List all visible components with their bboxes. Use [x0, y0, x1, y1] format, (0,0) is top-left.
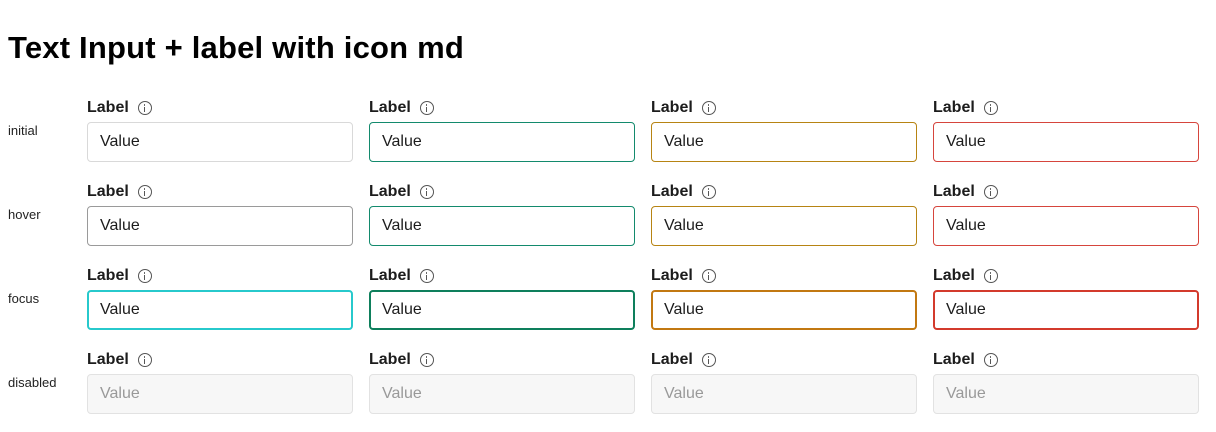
- field-label: Label: [369, 351, 411, 368]
- state-label-initial: initial: [8, 123, 38, 138]
- field-label-row: Label: [87, 98, 152, 118]
- info-icon[interactable]: [983, 269, 998, 283]
- text-input-field[interactable]: [651, 290, 917, 330]
- field-label: Label: [87, 267, 129, 284]
- field-label-row: Label: [87, 182, 152, 202]
- field-label-row: Label: [369, 182, 434, 202]
- field-label: Label: [933, 351, 975, 368]
- info-icon[interactable]: [419, 185, 434, 199]
- info-icon[interactable]: [137, 353, 152, 367]
- page-title: Text Input + label with icon md: [8, 30, 465, 65]
- text-input-field[interactable]: [369, 206, 635, 246]
- state-label-hover: hover: [8, 207, 41, 222]
- state-label-focus: focus: [8, 291, 40, 306]
- field-label-row: Label: [651, 350, 716, 370]
- field-label: Label: [651, 183, 693, 200]
- field-label: Label: [87, 183, 129, 200]
- field-label-row: Label: [933, 98, 998, 118]
- text-input-field[interactable]: [87, 122, 353, 162]
- field-label: Label: [933, 183, 975, 200]
- field-label-row: Label: [933, 266, 998, 286]
- text-input-field: [369, 374, 635, 414]
- text-input-field[interactable]: [651, 206, 917, 246]
- field-label: Label: [933, 99, 975, 116]
- text-input-field: [87, 374, 353, 414]
- text-input-field: [933, 374, 1199, 414]
- info-icon[interactable]: [701, 101, 716, 115]
- field-label: Label: [369, 267, 411, 284]
- field-label: Label: [87, 99, 129, 116]
- text-input-field[interactable]: [87, 290, 353, 330]
- info-icon[interactable]: [701, 185, 716, 199]
- info-icon[interactable]: [419, 269, 434, 283]
- info-icon[interactable]: [983, 353, 998, 367]
- state-label-disabled: disabled: [8, 375, 57, 390]
- info-icon[interactable]: [983, 101, 998, 115]
- text-input-field[interactable]: [651, 122, 917, 162]
- info-icon[interactable]: [701, 353, 716, 367]
- text-input-field[interactable]: [933, 290, 1199, 330]
- field-label: Label: [651, 267, 693, 284]
- text-input-field[interactable]: [933, 206, 1199, 246]
- field-label-row: Label: [651, 182, 716, 202]
- text-input-field[interactable]: [933, 122, 1199, 162]
- field-label-row: Label: [933, 350, 998, 370]
- field-label: Label: [87, 351, 129, 368]
- field-label-row: Label: [369, 98, 434, 118]
- field-label-row: Label: [933, 182, 998, 202]
- text-input-field[interactable]: [369, 290, 635, 330]
- field-label-row: Label: [651, 98, 716, 118]
- info-icon[interactable]: [137, 185, 152, 199]
- field-label-row: Label: [369, 350, 434, 370]
- field-label: Label: [651, 99, 693, 116]
- info-icon[interactable]: [137, 269, 152, 283]
- info-icon[interactable]: [983, 185, 998, 199]
- field-label: Label: [369, 99, 411, 116]
- field-label: Label: [369, 183, 411, 200]
- text-input-field: [651, 374, 917, 414]
- field-label-row: Label: [651, 266, 716, 286]
- field-label: Label: [933, 267, 975, 284]
- text-input-field[interactable]: [369, 122, 635, 162]
- info-icon[interactable]: [419, 353, 434, 367]
- info-icon[interactable]: [701, 269, 716, 283]
- info-icon[interactable]: [137, 101, 152, 115]
- field-label-row: Label: [369, 266, 434, 286]
- field-label: Label: [651, 351, 693, 368]
- text-input-field[interactable]: [87, 206, 353, 246]
- field-label-row: Label: [87, 266, 152, 286]
- info-icon[interactable]: [419, 101, 434, 115]
- field-label-row: Label: [87, 350, 152, 370]
